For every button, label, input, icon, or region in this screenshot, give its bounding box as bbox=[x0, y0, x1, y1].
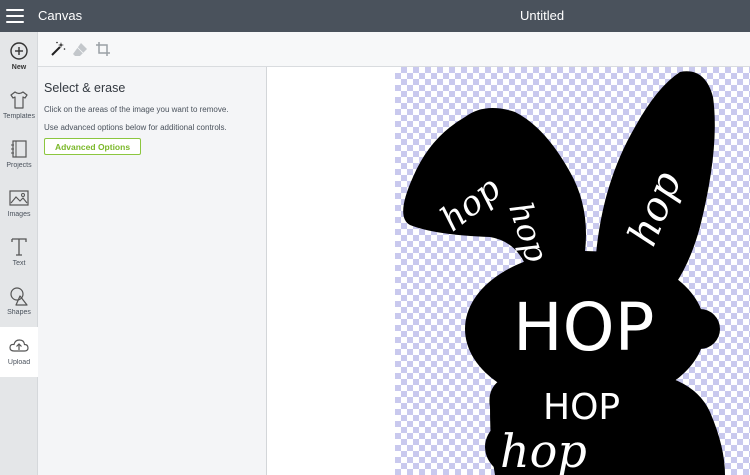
edit-toolbar bbox=[38, 32, 750, 67]
tshirt-icon bbox=[10, 91, 28, 109]
nav-label-text: Text bbox=[12, 260, 26, 267]
artwork-word-6: hop bbox=[500, 424, 587, 475]
hamburger-menu-icon[interactable] bbox=[6, 7, 24, 25]
cloud-upload-icon bbox=[9, 339, 29, 352]
magic-wand-icon[interactable] bbox=[50, 41, 66, 57]
nav-label-new: New bbox=[11, 64, 27, 71]
panel-title: Select & erase bbox=[44, 81, 126, 95]
bunny-cheek bbox=[680, 309, 720, 349]
crop-icon[interactable] bbox=[95, 41, 111, 57]
nav-label-images: Images bbox=[7, 211, 31, 218]
nav-item-new[interactable]: New bbox=[0, 40, 38, 89]
shapes-icon bbox=[10, 287, 28, 306]
app-window: Canvas Untitled New Templates Projects I… bbox=[0, 0, 750, 475]
nav-item-images[interactable]: Images bbox=[0, 187, 38, 236]
panel-instructions-1: Click on the areas of the image you want… bbox=[44, 105, 229, 114]
nav-item-upload[interactable]: Upload bbox=[0, 327, 38, 377]
nav-label-upload: Upload bbox=[7, 359, 31, 366]
nav-label-projects: Projects bbox=[6, 162, 32, 169]
nav-label-templates: Templates bbox=[3, 113, 35, 120]
left-navigation: New Templates Projects Images Text Shape… bbox=[0, 32, 38, 475]
notebook-icon bbox=[11, 140, 27, 158]
panel-instructions-2: Use advanced options below for additiona… bbox=[44, 123, 227, 132]
bunny-artwork[interactable]: hop hop hop HOP HOP hop bbox=[395, 67, 750, 475]
top-bar: Canvas Untitled bbox=[0, 0, 750, 32]
artwork-word-4: HOP bbox=[513, 289, 654, 366]
plus-circle-icon bbox=[10, 42, 28, 60]
nav-item-templates[interactable]: Templates bbox=[0, 89, 38, 138]
advanced-options-button[interactable]: Advanced Options bbox=[44, 138, 141, 155]
eraser-icon[interactable] bbox=[72, 41, 88, 57]
document-title[interactable]: Untitled bbox=[520, 8, 564, 23]
text-t-icon bbox=[11, 238, 27, 256]
app-title: Canvas bbox=[38, 8, 83, 23]
transparency-checkerboard: hop hop hop HOP HOP hop bbox=[395, 67, 750, 475]
select-erase-panel: Select & erase Click on the areas of the… bbox=[38, 67, 267, 475]
nav-item-projects[interactable]: Projects bbox=[0, 138, 38, 187]
nav-item-text[interactable]: Text bbox=[0, 236, 38, 285]
artwork-word-5: HOP bbox=[543, 387, 620, 428]
nav-label-shapes: Shapes bbox=[7, 309, 31, 316]
image-icon bbox=[9, 190, 29, 206]
image-canvas[interactable]: hop hop hop HOP HOP hop bbox=[267, 67, 750, 475]
